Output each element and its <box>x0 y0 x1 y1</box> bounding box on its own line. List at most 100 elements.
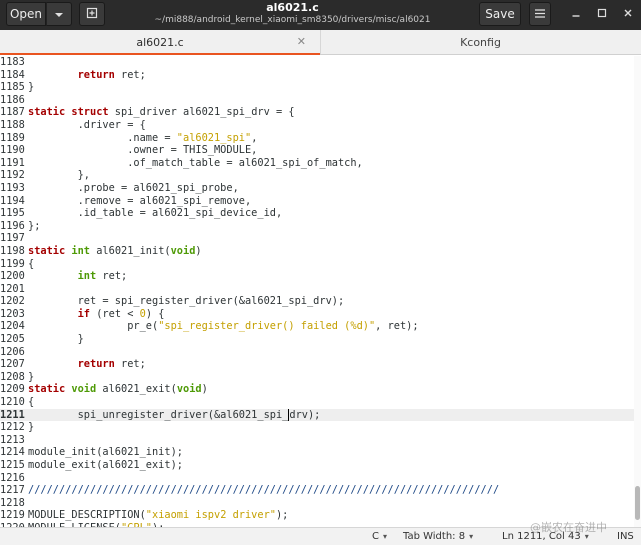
code-token: spi_driver al6021_spi_drv = { <box>108 106 295 119</box>
tab-width-selector[interactable]: Tab Width: 8 ▾ <box>403 531 473 543</box>
code-line[interactable]: 1215 module_exit(al6021_exit); <box>0 459 641 472</box>
code-token: ret; <box>96 270 128 283</box>
line-text: .driver = { <box>28 119 146 132</box>
code-line[interactable]: 1192 }, <box>0 169 641 182</box>
code-token: { <box>28 396 35 409</box>
code-line[interactable]: 1218 <box>0 497 641 510</box>
code-line[interactable]: 1189 .name = "al6021_spi", <box>0 132 641 145</box>
code-line[interactable]: 1210{ <box>0 396 641 409</box>
tab-kconfig[interactable]: Kconfig <box>320 30 640 54</box>
line-number: 1205 <box>0 333 25 346</box>
code-line[interactable]: 1194 .remove = al6021_spi_remove, <box>0 195 641 208</box>
new-tab-button[interactable] <box>79 2 105 26</box>
tab-al6021-c[interactable]: al6021.c ✕ <box>0 30 320 55</box>
line-text: pr_e("spi_register_driver() failed (%d)"… <box>28 320 418 333</box>
header-bar: Open al6021.c ~/mi888/android_kernel_xia… <box>0 0 641 30</box>
code-line[interactable]: 1196}; <box>0 220 641 233</box>
line-text: .of_match_table = al6021_spi_of_match, <box>28 157 363 170</box>
language-label: C <box>372 531 379 542</box>
line-text: } <box>28 421 34 434</box>
code-line[interactable]: 1213 <box>0 434 641 447</box>
code-token: "xiaomi ispv2 driver" <box>145 509 276 522</box>
hamburger-menu-button[interactable] <box>529 2 551 26</box>
code-line[interactable]: 1216 <box>0 472 641 485</box>
code-line[interactable]: 1208} <box>0 371 641 384</box>
line-text: static int al6021_init(void) <box>28 245 202 258</box>
code-line[interactable]: 1202 ret = spi_register_driver(&al6021_s… <box>0 295 641 308</box>
line-number: 1209 <box>0 383 25 396</box>
code-line[interactable]: 1197 <box>0 232 641 245</box>
line-text: int ret; <box>28 270 128 283</box>
window-title-area: al6021.c ~/mi888/android_kernel_xiaomi_s… <box>120 1 465 27</box>
code-line[interactable]: 1186 <box>0 94 641 107</box>
code-line[interactable]: 1214 module_init(al6021_init); <box>0 446 641 459</box>
chevron-down-icon: ▾ <box>382 532 387 541</box>
chevron-down-icon <box>54 7 64 21</box>
code-token: ret = spi_register_driver(&al6021_spi_dr… <box>28 295 345 308</box>
line-number: 1218 <box>0 496 25 509</box>
line-text: .id_table = al6021_spi_device_id, <box>28 207 283 220</box>
code-line[interactable]: 1200 int ret; <box>0 270 641 283</box>
code-token: void <box>176 383 202 396</box>
tab-width-label: Tab Width: 8 <box>403 531 466 542</box>
code-editor[interactable]: 1183 1184 return ret; 1185} 1186 1187 static … <box>0 56 641 527</box>
minimize-button[interactable] <box>568 6 584 22</box>
code-token: }; <box>28 219 41 232</box>
scrollbar-thumb[interactable] <box>635 486 640 520</box>
code-line[interactable]: 1191 .of_match_table = al6021_spi_of_mat… <box>0 157 641 170</box>
code-line[interactable]: 1187 static struct spi_driver al6021_spi_… <box>0 106 641 119</box>
code-token: al6021_init( <box>90 244 171 257</box>
line-number: 1212 <box>0 421 25 434</box>
code-line[interactable]: 1203 if (ret < 0) { <box>0 308 641 321</box>
code-line[interactable]: 1207 return ret; <box>0 358 641 371</box>
code-line[interactable]: 1188 .driver = { <box>0 119 641 132</box>
code-line[interactable]: 1205 } <box>0 333 641 346</box>
code-line[interactable]: 1198 static int al6021_init(void) <box>0 245 641 258</box>
code-line[interactable]: 1204 pr_e("spi_register_driver() failed … <box>0 320 641 333</box>
close-window-button[interactable] <box>620 6 636 22</box>
code-line[interactable]: 1211 spi_unregister_driver(&al6021_spi_d… <box>0 408 641 422</box>
code-line[interactable]: 1190 .owner = THIS_MODULE, <box>0 144 641 157</box>
line-number: 1193 <box>0 181 25 194</box>
code-line[interactable]: 1217////////////////////////////////////… <box>0 484 641 497</box>
open-dropdown-button[interactable] <box>46 2 72 26</box>
save-button[interactable]: Save <box>479 2 521 26</box>
code-line[interactable]: 1195 .id_table = al6021_spi_device_id, <box>0 207 641 220</box>
line-number: 1210 <box>0 396 25 409</box>
line-number: 1188 <box>0 118 25 131</box>
line-number: 1197 <box>0 232 25 245</box>
code-token: .name = <box>28 131 177 144</box>
new-document-icon <box>86 7 98 22</box>
open-button[interactable]: Open <box>6 2 46 26</box>
line-number: 1217 <box>0 484 25 497</box>
line-text: return ret; <box>28 358 146 371</box>
tab-close-button[interactable]: ✕ <box>297 35 306 48</box>
vertical-scrollbar[interactable] <box>634 56 641 527</box>
code-line[interactable]: 1183 <box>0 56 641 69</box>
code-token: int <box>77 270 97 283</box>
line-text: }; <box>28 220 40 233</box>
line-text: return ret; <box>28 69 146 82</box>
line-number: 1214 <box>0 446 25 459</box>
code-token: } <box>28 333 84 346</box>
close-icon: ✕ <box>296 35 306 48</box>
code-line[interactable]: 1199{ <box>0 258 641 271</box>
maximize-button[interactable] <box>594 6 610 22</box>
code-line[interactable]: 1206 <box>0 346 641 359</box>
code-line[interactable]: 1185} <box>0 81 641 94</box>
code-line[interactable]: 1209 static void al6021_exit(void) <box>0 383 641 396</box>
line-text: if (ret < 0) { <box>28 308 165 321</box>
code-line[interactable]: 1212} <box>0 421 641 434</box>
code-token: .driver = { <box>28 118 146 131</box>
code-token: ); <box>275 509 289 522</box>
code-line[interactable]: 1201 <box>0 283 641 296</box>
line-number: 1216 <box>0 471 25 484</box>
tab-label: Kconfig <box>460 35 501 49</box>
code-token: struct <box>71 106 109 119</box>
code-line[interactable]: 1184 return ret; <box>0 69 641 82</box>
language-selector[interactable]: C ▾ <box>372 531 387 543</box>
code-line[interactable]: 1193 .probe = al6021_spi_probe, <box>0 182 641 195</box>
